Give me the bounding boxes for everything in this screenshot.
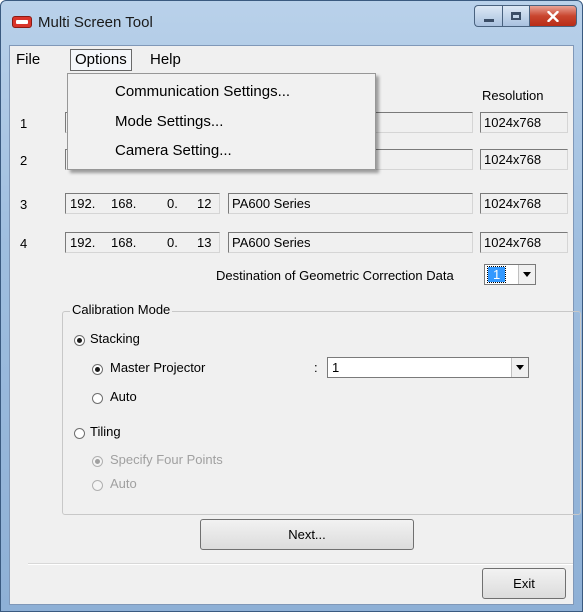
menu-options[interactable]: Options	[70, 49, 132, 71]
maximize-icon	[511, 12, 521, 20]
stacking-radio[interactable]	[74, 335, 85, 346]
exit-button[interactable]: Exit	[482, 568, 566, 599]
tiling-radio[interactable]	[74, 428, 85, 439]
master-projector-radio[interactable]	[92, 364, 103, 375]
resolution-header: Resolution	[482, 88, 544, 103]
ip-octet: 168.	[111, 235, 137, 250]
caption-buttons	[474, 5, 577, 27]
stacking-auto-radio[interactable]	[92, 393, 103, 404]
row-2-number: 2	[20, 153, 28, 168]
row-4-model-field[interactable]: PA600 Series	[228, 232, 473, 253]
ip-octet: 12	[197, 196, 212, 211]
close-icon	[547, 10, 559, 22]
master-projector-combobox[interactable]: 1	[327, 357, 529, 378]
row-1-number: 1	[20, 116, 28, 131]
row-4-ip-field[interactable]: 192. 168. 0. 13	[65, 232, 220, 253]
row-1-resolution-field[interactable]: 1024x768	[480, 112, 568, 133]
ip-octet: 0.	[167, 196, 178, 211]
window-title: Multi Screen Tool	[38, 14, 153, 31]
maximize-button[interactable]	[502, 5, 529, 27]
ip-octet: 168.	[111, 196, 137, 211]
menu-item-mode-settings[interactable]: Mode Settings...	[69, 108, 374, 135]
separator	[28, 563, 573, 565]
dialog-client-area: File Options Help Resolution 1 1024x768 …	[9, 45, 581, 605]
tiling-auto-radio	[92, 480, 103, 491]
stacking-label: Stacking	[90, 331, 140, 346]
calibration-mode-title: Calibration Mode	[70, 302, 173, 317]
menu-file[interactable]: File	[12, 50, 44, 70]
close-button[interactable]	[529, 5, 577, 27]
ip-octet: 192.	[70, 196, 96, 211]
next-button[interactable]: Next...	[200, 519, 414, 550]
row-2-resolution-field[interactable]: 1024x768	[480, 149, 568, 170]
chevron-down-icon[interactable]	[518, 265, 535, 284]
chevron-down-icon[interactable]	[511, 358, 528, 377]
specify-four-points-label: Specify Four Points	[110, 452, 223, 467]
menu-item-camera-setting[interactable]: Camera Setting...	[69, 137, 374, 164]
row-4-resolution-field[interactable]: 1024x768	[480, 232, 568, 253]
minimize-icon	[483, 18, 494, 22]
main-window: Multi Screen Tool File Options Help Reso…	[0, 0, 583, 612]
row-3-resolution-field[interactable]: 1024x768	[480, 193, 568, 214]
master-projector-value: 1	[332, 360, 340, 375]
minimize-button[interactable]	[474, 5, 502, 27]
app-icon	[12, 16, 32, 28]
master-projector-colon: :	[314, 360, 318, 375]
tiling-auto-label: Auto	[110, 476, 137, 491]
menu-help[interactable]: Help	[146, 50, 185, 70]
row-3-model-field[interactable]: PA600 Series	[228, 193, 473, 214]
options-dropdown-menu: Communication Settings... Mode Settings.…	[67, 73, 376, 170]
destination-label: Destination of Geometric Correction Data	[216, 268, 454, 283]
ip-octet: 192.	[70, 235, 96, 250]
destination-combobox[interactable]: 1	[484, 264, 536, 285]
row-4-number: 4	[20, 236, 28, 251]
ip-octet: 0.	[167, 235, 178, 250]
menu-bar: File Options Help	[10, 46, 573, 73]
specify-four-points-radio	[92, 456, 103, 467]
title-bar[interactable]: Multi Screen Tool	[1, 1, 582, 45]
master-projector-label: Master Projector	[110, 360, 206, 375]
tiling-label: Tiling	[90, 424, 121, 439]
destination-selected-value: 1	[486, 266, 507, 283]
row-3-number: 3	[20, 197, 28, 212]
stacking-auto-label: Auto	[110, 389, 137, 404]
ip-octet: 13	[197, 235, 212, 250]
menu-item-communication-settings[interactable]: Communication Settings...	[69, 78, 374, 105]
row-3-ip-field[interactable]: 192. 168. 0. 12	[65, 193, 220, 214]
